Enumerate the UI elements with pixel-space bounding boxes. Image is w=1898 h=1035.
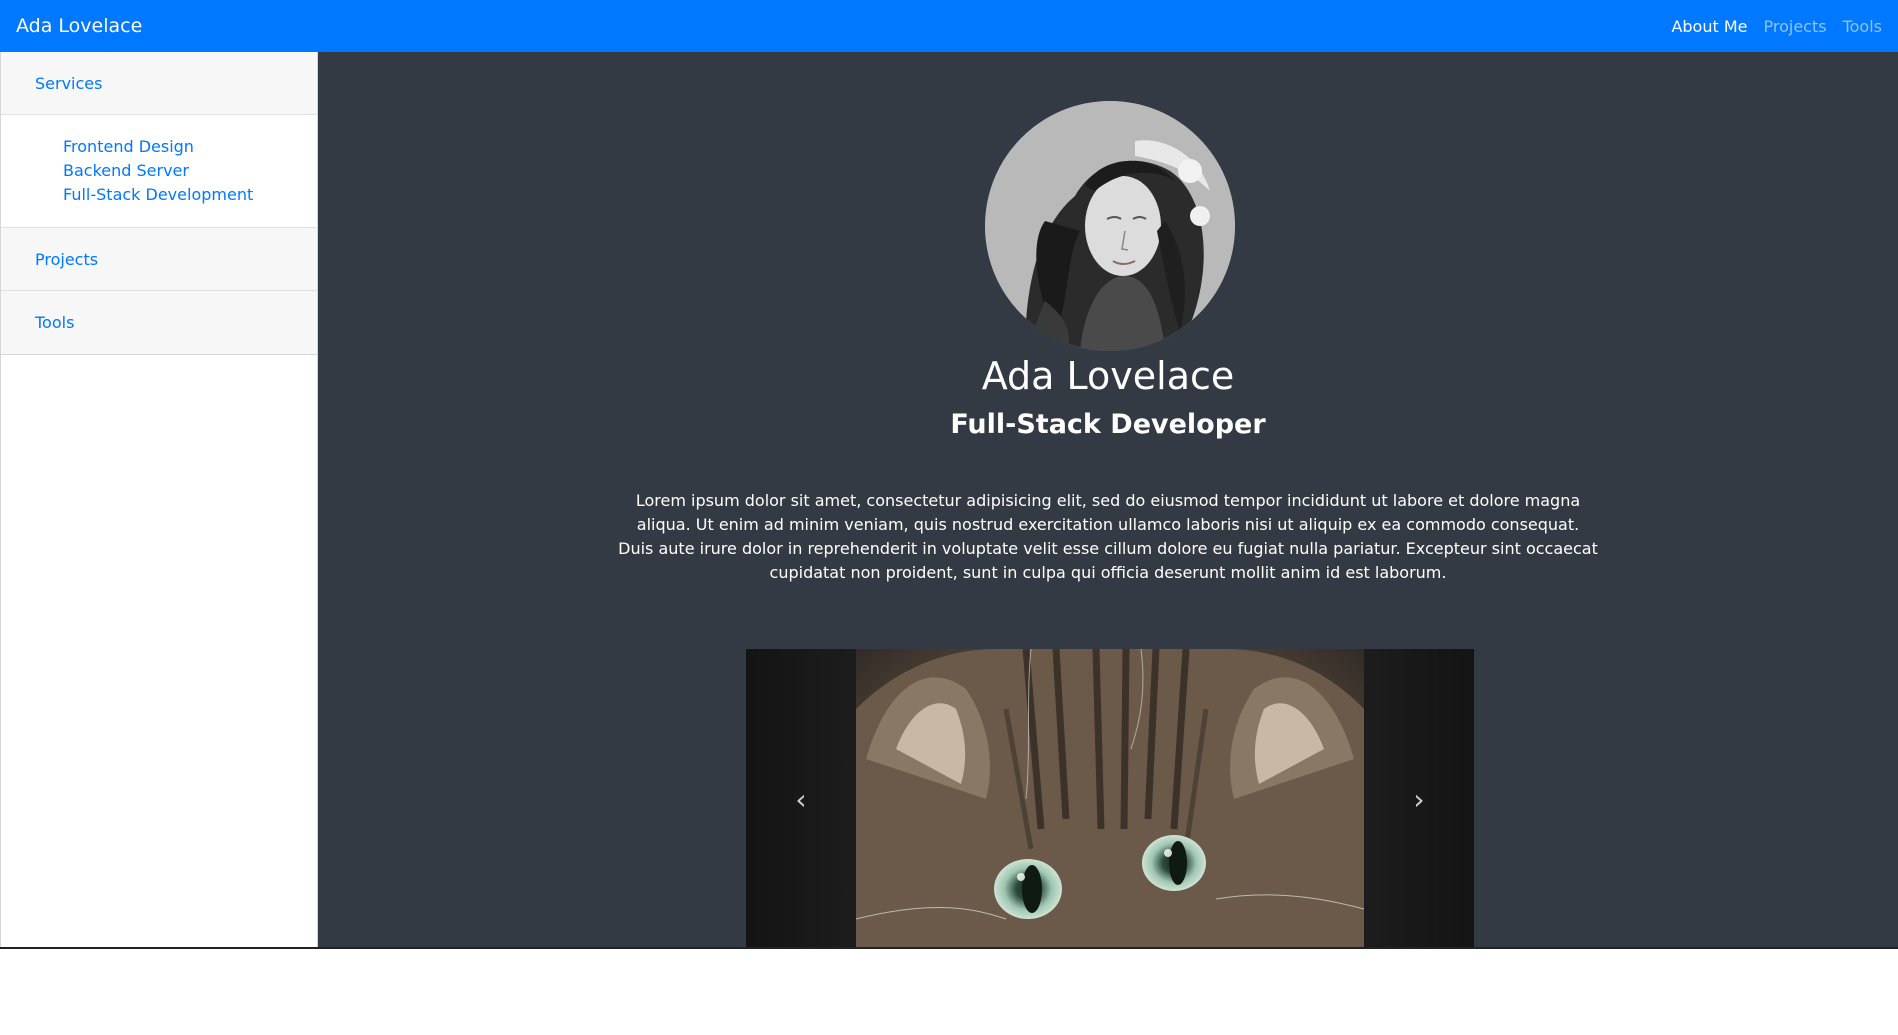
profile-role: Full-Stack Developer [950, 409, 1266, 440]
chevron-right-icon: › [1413, 782, 1425, 816]
carousel-slide [856, 649, 1364, 949]
accordion-toggle-projects[interactable]: Projects [35, 250, 98, 269]
sidebar-accordion: Services Frontend Design Backend Server … [1, 52, 317, 355]
profile-name: Ada Lovelace [981, 354, 1235, 398]
accordion-toggle-tools[interactable]: Tools [35, 313, 74, 332]
accordion-header-projects[interactable]: Projects [1, 228, 317, 291]
portrait-image [985, 101, 1235, 351]
services-list: Frontend Design Backend Server Full-Stac… [63, 135, 317, 207]
accordion-header-tools[interactable]: Tools [1, 291, 317, 354]
accordion-header-services[interactable]: Services [1, 52, 317, 115]
image-carousel: ‹ › [746, 649, 1474, 949]
list-item: Full-Stack Development [63, 183, 317, 207]
accordion-toggle-services[interactable]: Services [35, 74, 102, 93]
service-link-full-stack-development[interactable]: Full-Stack Development [63, 185, 253, 204]
service-link-backend-server[interactable]: Backend Server [63, 161, 189, 180]
app-root: Ada Lovelace About Me Projects Tools Ser… [0, 0, 1898, 949]
nav-link-projects[interactable]: Projects [1764, 17, 1827, 36]
avatar [985, 101, 1235, 351]
accordion-body-services: Frontend Design Backend Server Full-Stac… [1, 115, 317, 228]
profile-bio: Lorem ipsum dolor sit amet, consectetur … [618, 491, 1598, 582]
sidebar: Services Frontend Design Backend Server … [0, 52, 318, 949]
service-link-frontend-design[interactable]: Frontend Design [63, 137, 194, 156]
nav-link-about-me[interactable]: About Me [1671, 17, 1747, 36]
brand-link[interactable]: Ada Lovelace [16, 15, 142, 37]
page-bottom-border [0, 947, 1898, 949]
cat-photo [856, 649, 1364, 949]
top-navbar: Ada Lovelace About Me Projects Tools [0, 0, 1898, 52]
carousel-prev-button[interactable]: ‹ [746, 649, 856, 949]
main-content: Ada Lovelace Full-Stack Developer Lorem … [318, 52, 1898, 949]
nav-link-tools[interactable]: Tools [1843, 17, 1882, 36]
carousel-next-button[interactable]: › [1364, 649, 1474, 949]
list-item: Frontend Design [63, 135, 317, 159]
chevron-left-icon: ‹ [795, 782, 807, 816]
list-item: Backend Server [63, 159, 317, 183]
nav-links: About Me Projects Tools [1671, 17, 1882, 36]
